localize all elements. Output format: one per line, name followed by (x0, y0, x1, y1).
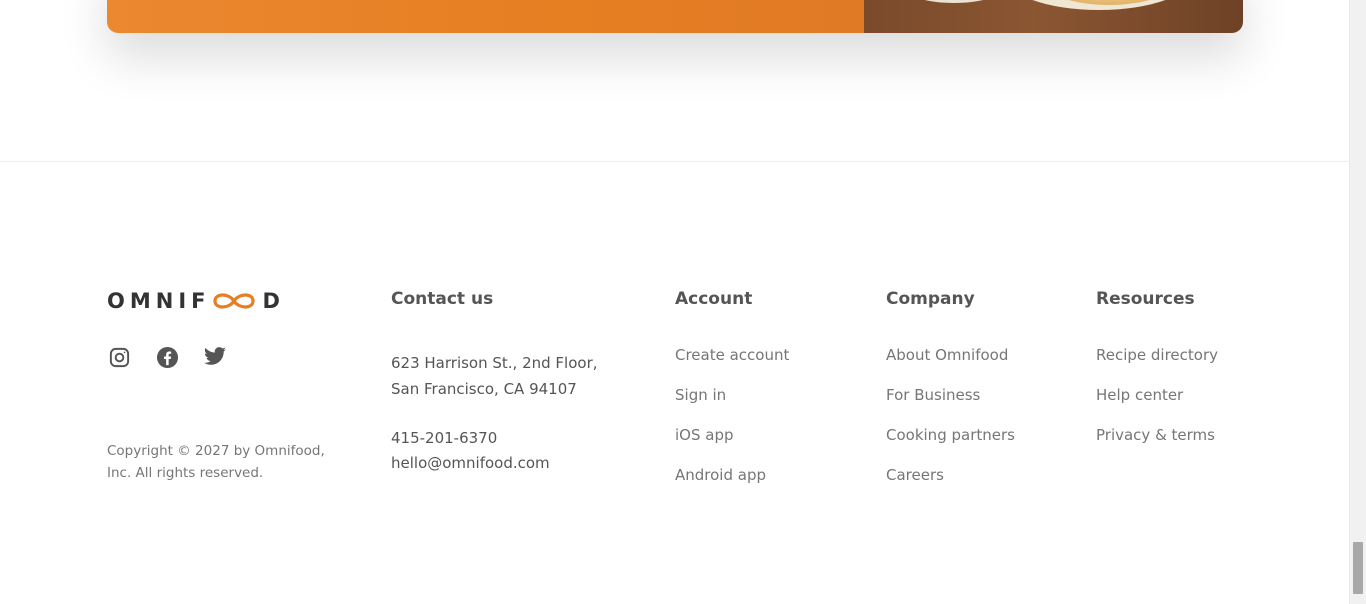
contact-address: 623 Harrison St., 2nd Floor, San Francis… (391, 350, 598, 402)
resources-links: Recipe directory Help center Privacy & t… (1096, 345, 1218, 465)
account-column: Account Create account Sign in iOS app A… (675, 288, 789, 505)
food-photo (864, 0, 1243, 33)
instagram-icon[interactable] (107, 345, 131, 369)
copyright-line-2: Inc. All rights reserved. (107, 465, 264, 481)
resources-column: Resources Recipe directory Help center P… (1096, 288, 1218, 465)
create-account-link[interactable]: Create account (675, 346, 789, 364)
account-links: Create account Sign in iOS app Android a… (675, 345, 789, 505)
ios-app-link[interactable]: iOS app (675, 426, 734, 444)
phone-link[interactable]: 415-201-6370 (391, 429, 497, 447)
copyright: Copyright © 2027 by Omnifood, Inc. All r… (107, 440, 337, 484)
company-links: About Omnifood For Business Cooking part… (886, 345, 1015, 505)
company-title: Company (886, 289, 975, 309)
cooking-partners-link[interactable]: Cooking partners (886, 426, 1015, 444)
email-link[interactable]: hello@omnifood.com (391, 454, 550, 472)
contact-column: Contact us 623 Harrison St., 2nd Floor, … (391, 288, 598, 476)
company-column: Company About Omnifood For Business Cook… (886, 288, 1015, 505)
contact-details: 415-201-6370 hello@omnifood.com (391, 426, 598, 476)
copyright-line-1: Copyright © 2027 by Omnifood, (107, 443, 325, 459)
contact-title: Contact us (391, 289, 494, 309)
android-app-link[interactable]: Android app (675, 466, 766, 484)
logo-text-left: OMNIF (107, 289, 211, 313)
twitter-icon[interactable] (203, 345, 227, 369)
logo-text-right: D (262, 289, 285, 313)
page: OMNIF D Copyright © 2027 by Omnifood, In… (0, 0, 1366, 604)
account-title: Account (675, 289, 753, 309)
scrollbar-thumb[interactable] (1353, 542, 1363, 594)
social-links (107, 345, 227, 369)
sign-in-link[interactable]: Sign in (675, 386, 726, 404)
help-center-link[interactable]: Help center (1096, 386, 1183, 404)
about-link[interactable]: About Omnifood (886, 346, 1008, 364)
privacy-terms-link[interactable]: Privacy & terms (1096, 426, 1215, 444)
cta-panel (107, 0, 864, 33)
vertical-scrollbar[interactable] (1349, 0, 1366, 604)
for-business-link[interactable]: For Business (886, 386, 980, 404)
omnifood-logo[interactable]: OMNIF D (107, 288, 285, 314)
address-line-1: 623 Harrison St., 2nd Floor, (391, 354, 598, 372)
cta-card (107, 0, 1243, 33)
footer-divider (0, 161, 1349, 162)
address-line-2: San Francisco, CA 94107 (391, 380, 577, 398)
infinity-logo-icon (213, 293, 256, 309)
careers-link[interactable]: Careers (886, 466, 944, 484)
recipe-directory-link[interactable]: Recipe directory (1096, 346, 1218, 364)
resources-title: Resources (1096, 289, 1195, 309)
facebook-icon[interactable] (155, 345, 179, 369)
